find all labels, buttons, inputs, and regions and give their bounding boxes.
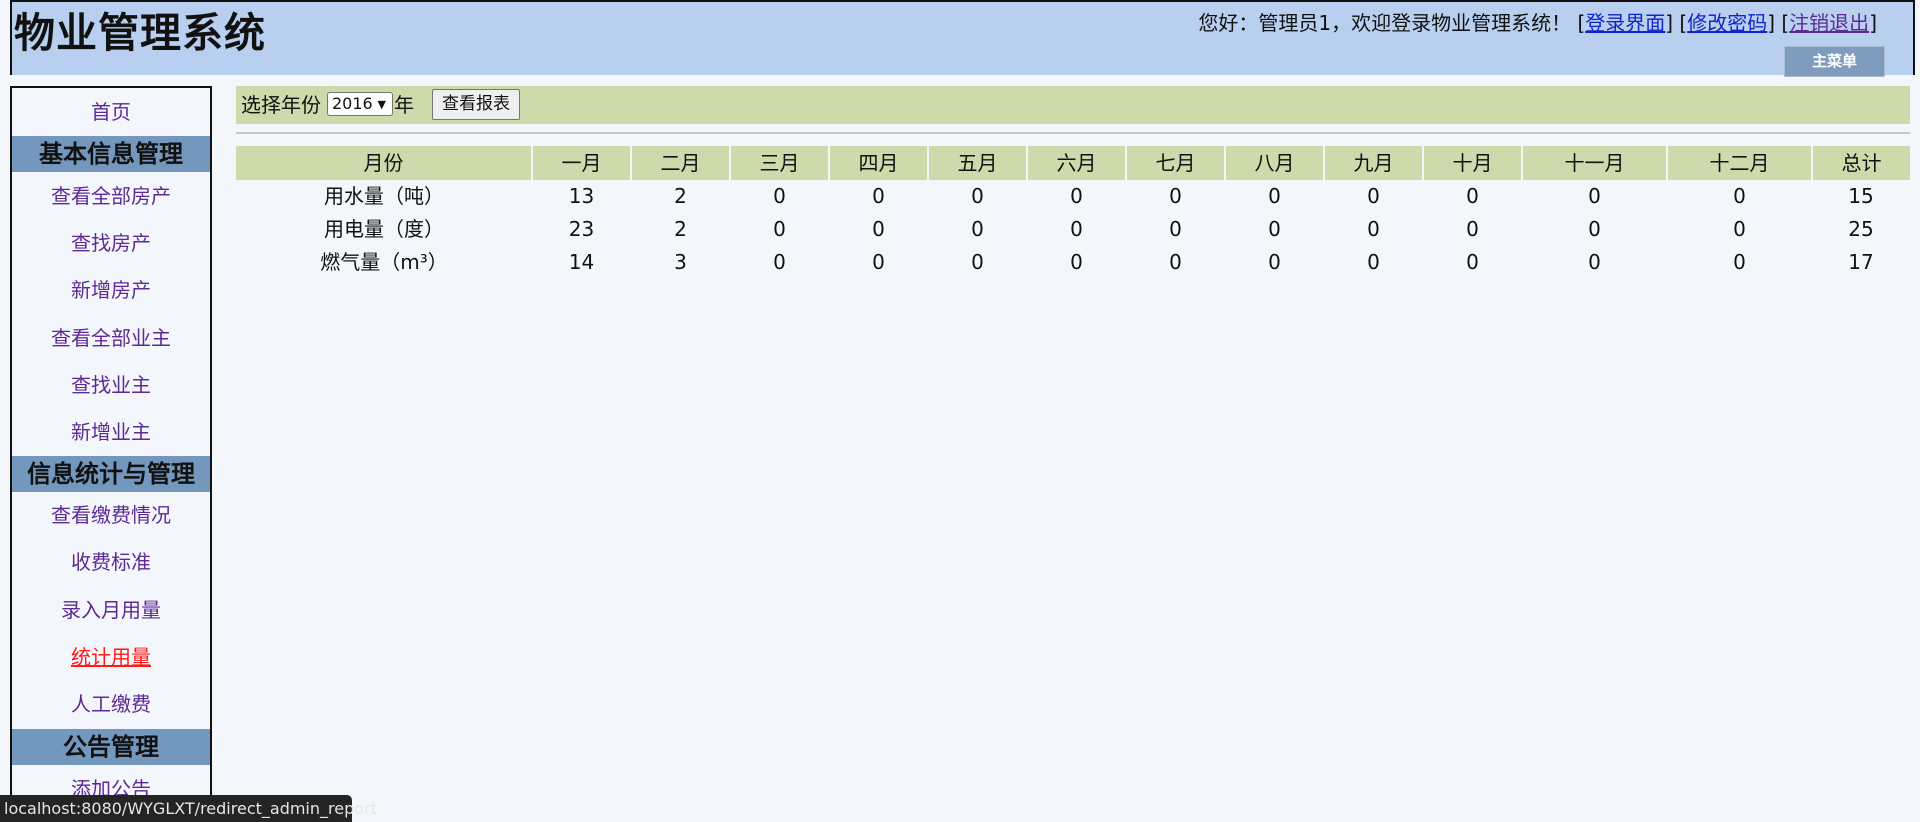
table-cell: 0: [872, 217, 885, 241]
view-report-button[interactable]: 查看报表: [432, 89, 520, 120]
table-cell: 0: [1588, 217, 1601, 241]
logout-link[interactable]: 注销退出: [1789, 11, 1869, 35]
table-cell: 0: [1466, 184, 1479, 208]
year-select-value: 2016: [332, 94, 373, 113]
table-cell: 0: [1733, 250, 1746, 274]
table-header-row: 月份 一月 二月 三月 四月 五月 六月 七月 八月 九月 十月 十一月 十二月…: [236, 146, 1910, 180]
table-cell: 0: [773, 250, 786, 274]
table-cell: 0: [1466, 250, 1479, 274]
column-header: 五月: [928, 146, 1028, 180]
column-header: 一月: [532, 146, 632, 180]
table-cell: 0: [773, 184, 786, 208]
sidebar-item-add-property[interactable]: 新增房产: [12, 275, 210, 305]
sidebar-section-notice: 公告管理: [12, 729, 210, 765]
table-cell: 0: [1070, 184, 1083, 208]
table-cell: 0: [1588, 184, 1601, 208]
year-filter-label: 选择年份: [241, 93, 321, 117]
table-cell: 0: [1733, 217, 1746, 241]
table-cell: 0: [971, 250, 984, 274]
sidebar-item-fee-standard[interactable]: 收费标准: [12, 547, 210, 577]
sidebar-section-basic: 基本信息管理: [12, 136, 210, 172]
table-cell: 15: [1848, 184, 1874, 208]
sidebar-item-enter-monthly-usage[interactable]: 录入月用量: [12, 595, 210, 625]
table-cell: 0: [872, 184, 885, 208]
table-cell: 0: [773, 217, 786, 241]
table-cell: 25: [1848, 217, 1874, 241]
table-row: 用水量（吨） 13 2 0 0 0 0 0 0 0 0 0 0 15: [236, 180, 1910, 213]
greeting-text: 您好：管理员1，欢迎登录物业管理系统！: [1198, 11, 1572, 35]
table-cell: 0: [971, 184, 984, 208]
year-select[interactable]: 2016 ▼: [327, 92, 393, 116]
main-content: 选择年份 2016 ▼ 年 查看报表 月份 一月 二月 三月 四月 五月 六月 …: [224, 86, 1920, 822]
table-cell: 0: [971, 217, 984, 241]
sidebar: 首页 基本信息管理 查看全部房产 查找房产 新增房产 查看全部业主 查找业主 新…: [10, 86, 212, 822]
table-cell: 0: [1466, 217, 1479, 241]
sidebar-item-all-owners[interactable]: 查看全部业主: [12, 323, 210, 353]
column-header: 七月: [1126, 146, 1226, 180]
table-cell: 0: [1367, 184, 1380, 208]
site-title: 物业管理系统: [14, 9, 266, 57]
table-row: 用电量（度） 23 2 0 0 0 0 0 0 0 0 0 0 25: [236, 213, 1910, 246]
row-label: 用水量（吨）: [324, 184, 444, 208]
table-cell: 23: [568, 217, 595, 241]
table-cell: 0: [1268, 184, 1281, 208]
sidebar-item-find-property[interactable]: 查找房产: [12, 228, 210, 258]
table-cell: 0: [1169, 184, 1182, 208]
row-label: 燃气量（m³）: [320, 250, 448, 274]
table-cell: 0: [1268, 250, 1281, 274]
top-header: 物业管理系统 您好：管理员1，欢迎登录物业管理系统！ [登录界面] [修改密码]…: [10, 0, 1915, 77]
year-unit-label: 年: [394, 93, 414, 117]
column-header: 总计: [1812, 146, 1910, 180]
table-cell: 14: [568, 250, 595, 274]
column-header: 十二月: [1667, 146, 1813, 180]
table-cell: 0: [1367, 250, 1380, 274]
table-cell: 0: [1588, 250, 1601, 274]
table-cell: 3: [674, 250, 687, 274]
sidebar-item-add-owner[interactable]: 新增业主: [12, 417, 210, 447]
sidebar-item-manual-payment[interactable]: 人工缴费: [12, 689, 210, 719]
table-cell: 0: [1733, 184, 1746, 208]
column-header: 九月: [1324, 146, 1424, 180]
table-cell: 0: [1070, 217, 1083, 241]
column-header: 月份: [236, 146, 533, 180]
table-row: 燃气量（m³） 14 3 0 0 0 0 0 0 0 0 0 0 17: [236, 246, 1910, 279]
table-cell: 13: [568, 184, 595, 208]
browser-status-bar: localhost:8080/WYGLXT/redirect_admin_rep…: [0, 795, 377, 822]
top-links: 您好：管理员1，欢迎登录物业管理系统！ [登录界面] [修改密码] [注销退出]: [1198, 11, 1877, 35]
column-header: 四月: [829, 146, 929, 180]
sidebar-item-find-owner[interactable]: 查找业主: [12, 370, 210, 400]
sidebar-item-all-properties[interactable]: 查看全部房产: [12, 181, 210, 211]
chevron-down-icon: ▼: [377, 98, 386, 111]
column-header: 十月: [1423, 146, 1523, 180]
table-cell: 0: [1169, 250, 1182, 274]
sidebar-item-payment-status[interactable]: 查看缴费情况: [12, 500, 210, 530]
table-cell: 0: [1268, 217, 1281, 241]
column-header: 八月: [1225, 146, 1325, 180]
column-header: 三月: [730, 146, 830, 180]
table-cell: 0: [1169, 217, 1182, 241]
column-header: 十一月: [1522, 146, 1668, 180]
table-cell: 2: [674, 217, 687, 241]
sidebar-section-stats: 信息统计与管理: [12, 456, 210, 492]
usage-report-table: 月份 一月 二月 三月 四月 五月 六月 七月 八月 九月 十月 十一月 十二月…: [236, 146, 1910, 279]
column-header: 六月: [1027, 146, 1127, 180]
change-password-link[interactable]: 修改密码: [1687, 11, 1767, 35]
column-header: 二月: [631, 146, 731, 180]
divider: [236, 132, 1910, 134]
login-link[interactable]: 登录界面: [1585, 11, 1665, 35]
table-cell: 17: [1848, 250, 1874, 274]
filter-bar: 选择年份 2016 ▼ 年 查看报表: [236, 86, 1910, 124]
sidebar-item-usage-stats[interactable]: 统计用量: [12, 642, 210, 672]
main-menu-button[interactable]: 主菜单: [1784, 46, 1885, 77]
table-cell: 2: [674, 184, 687, 208]
table-cell: 0: [872, 250, 885, 274]
table-cell: 0: [1367, 217, 1380, 241]
row-label: 用电量（度）: [324, 217, 444, 241]
sidebar-item-home[interactable]: 首页: [12, 97, 210, 127]
table-cell: 0: [1070, 250, 1083, 274]
